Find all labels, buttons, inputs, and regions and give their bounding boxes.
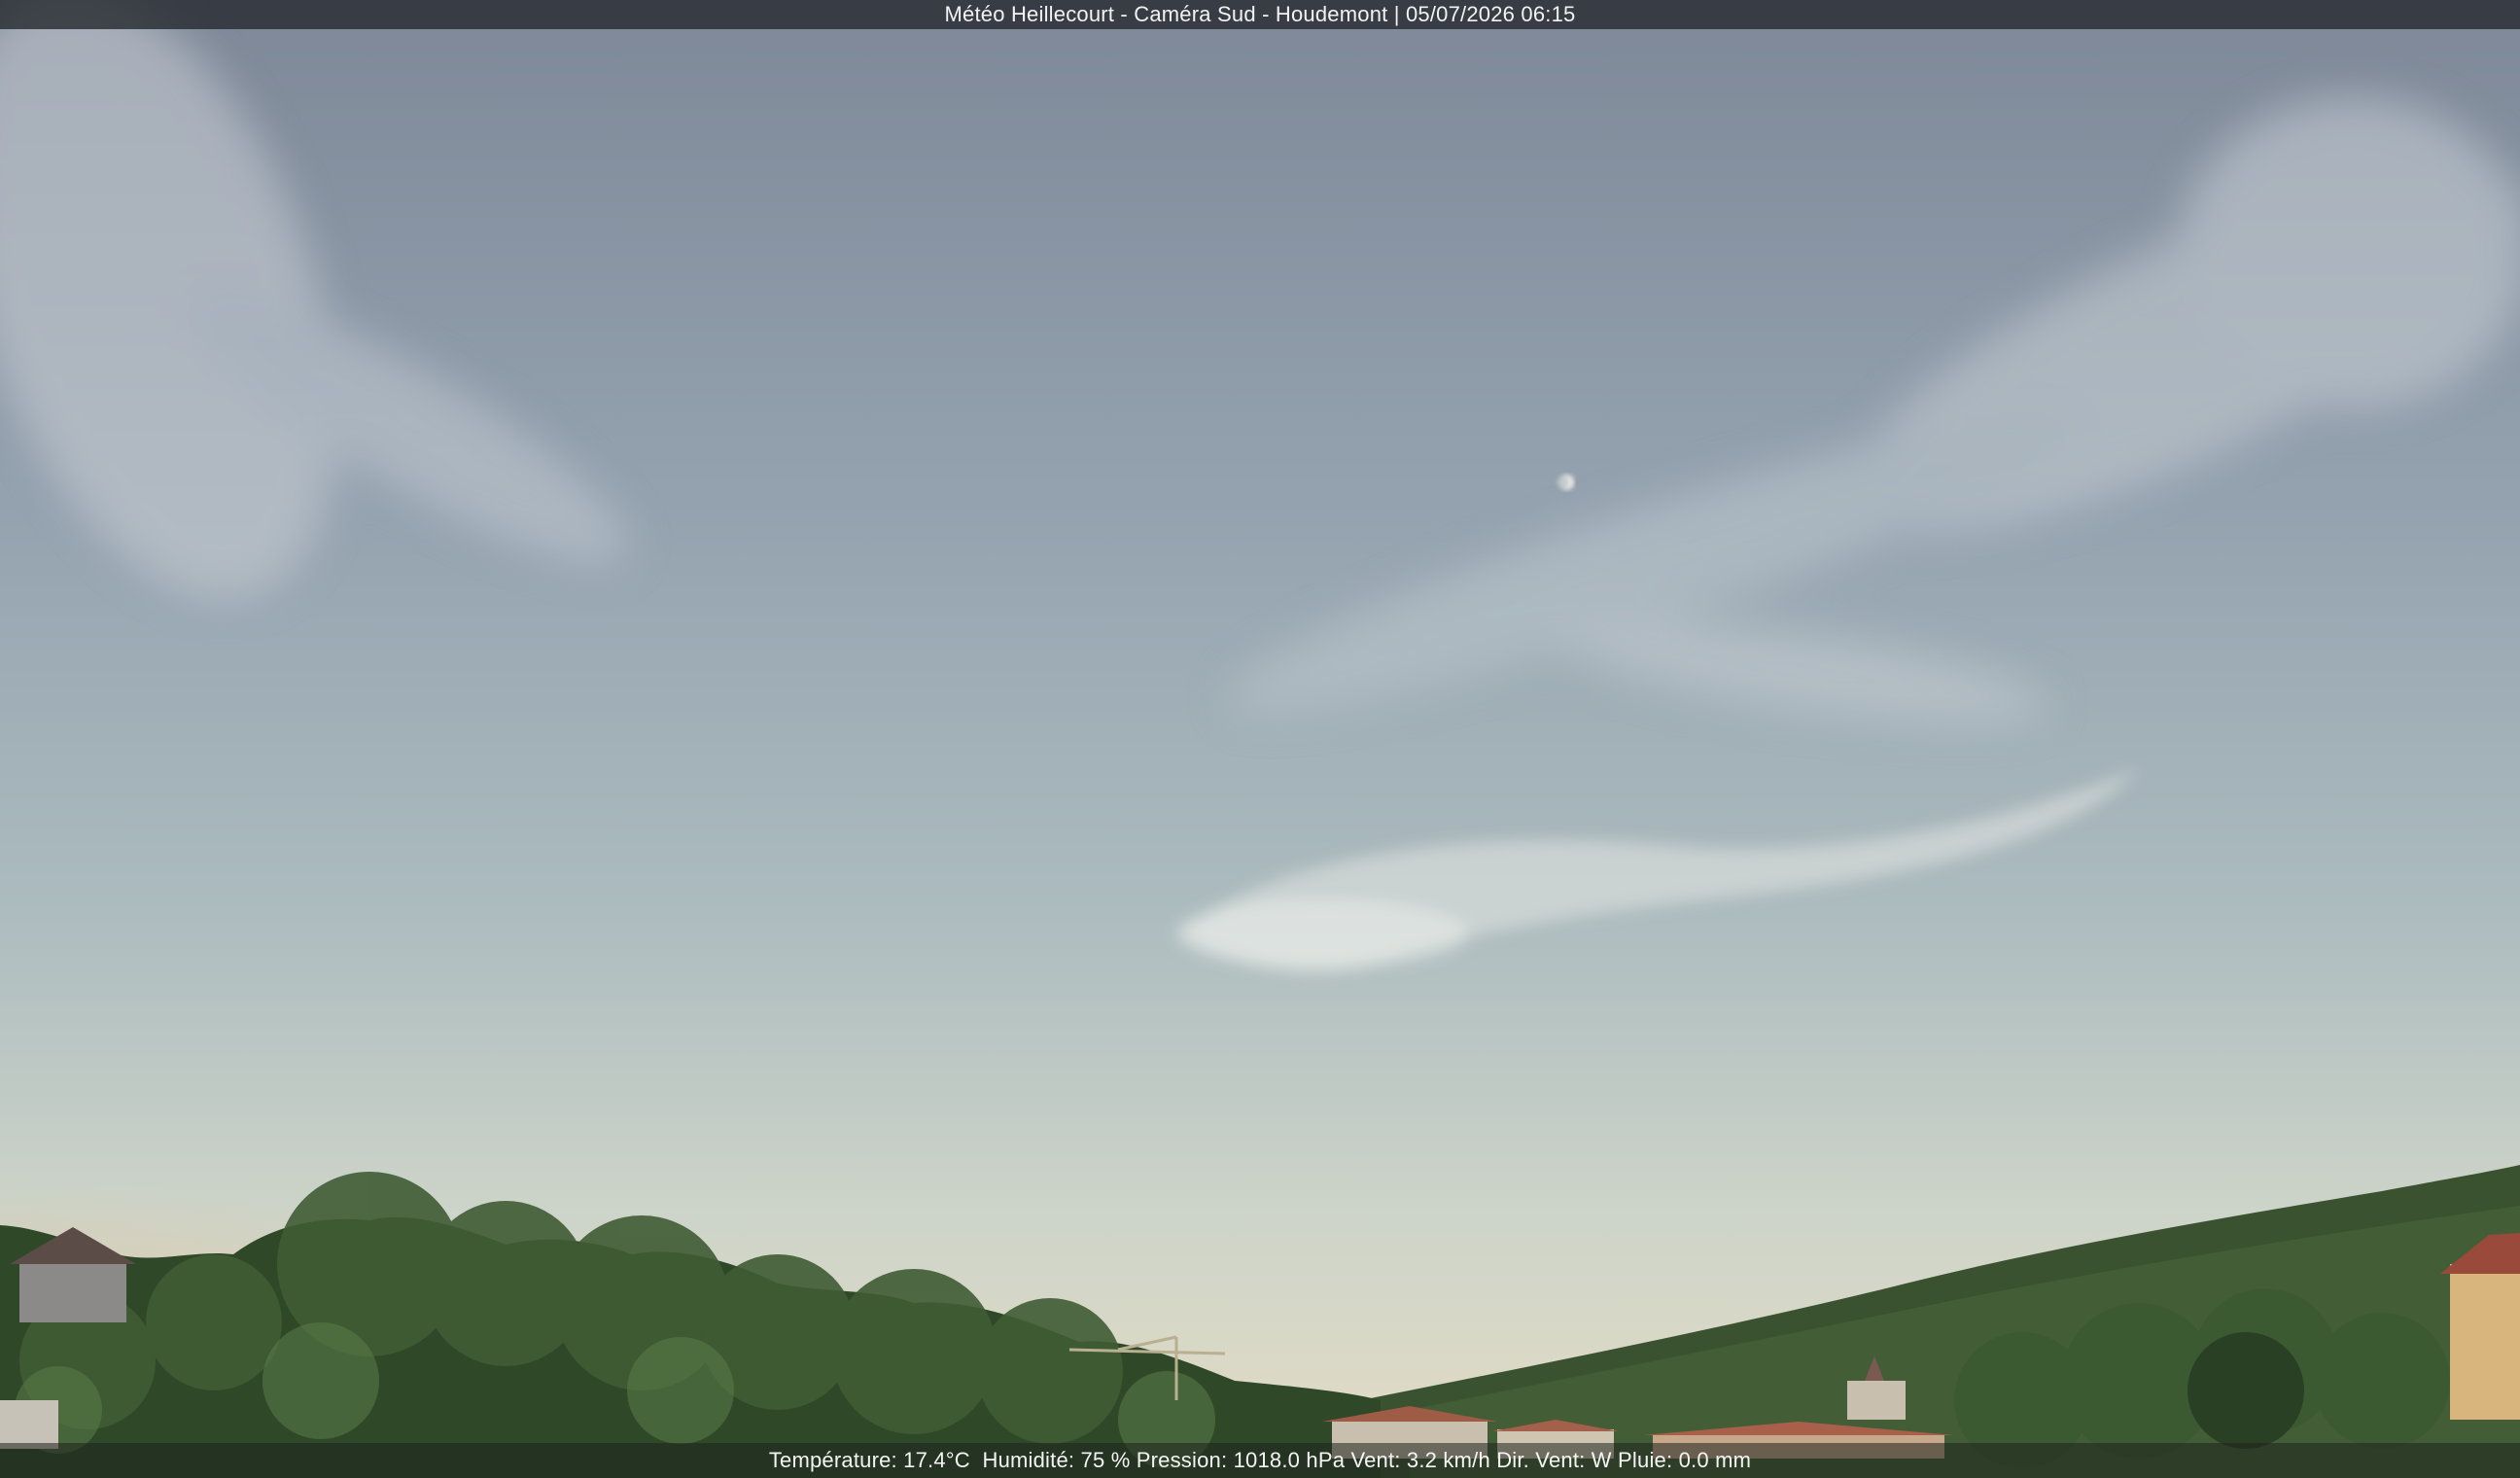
webcam-image	[0, 0, 2520, 1478]
weather-readout-bar: Température: 17.4°C Humidité: 75 % Press…	[0, 1443, 2520, 1478]
moon	[1556, 475, 1574, 490]
station-caption: Météo Heillecourt - Caméra Sud - Houdemo…	[944, 2, 1576, 26]
webcam-frame: Météo Heillecourt - Caméra Sud - Houdemo…	[0, 0, 2520, 1478]
caption-bar: Météo Heillecourt - Caméra Sud - Houdemo…	[0, 0, 2520, 29]
weather-readout: Température: 17.4°C Humidité: 75 % Press…	[768, 1448, 1752, 1472]
